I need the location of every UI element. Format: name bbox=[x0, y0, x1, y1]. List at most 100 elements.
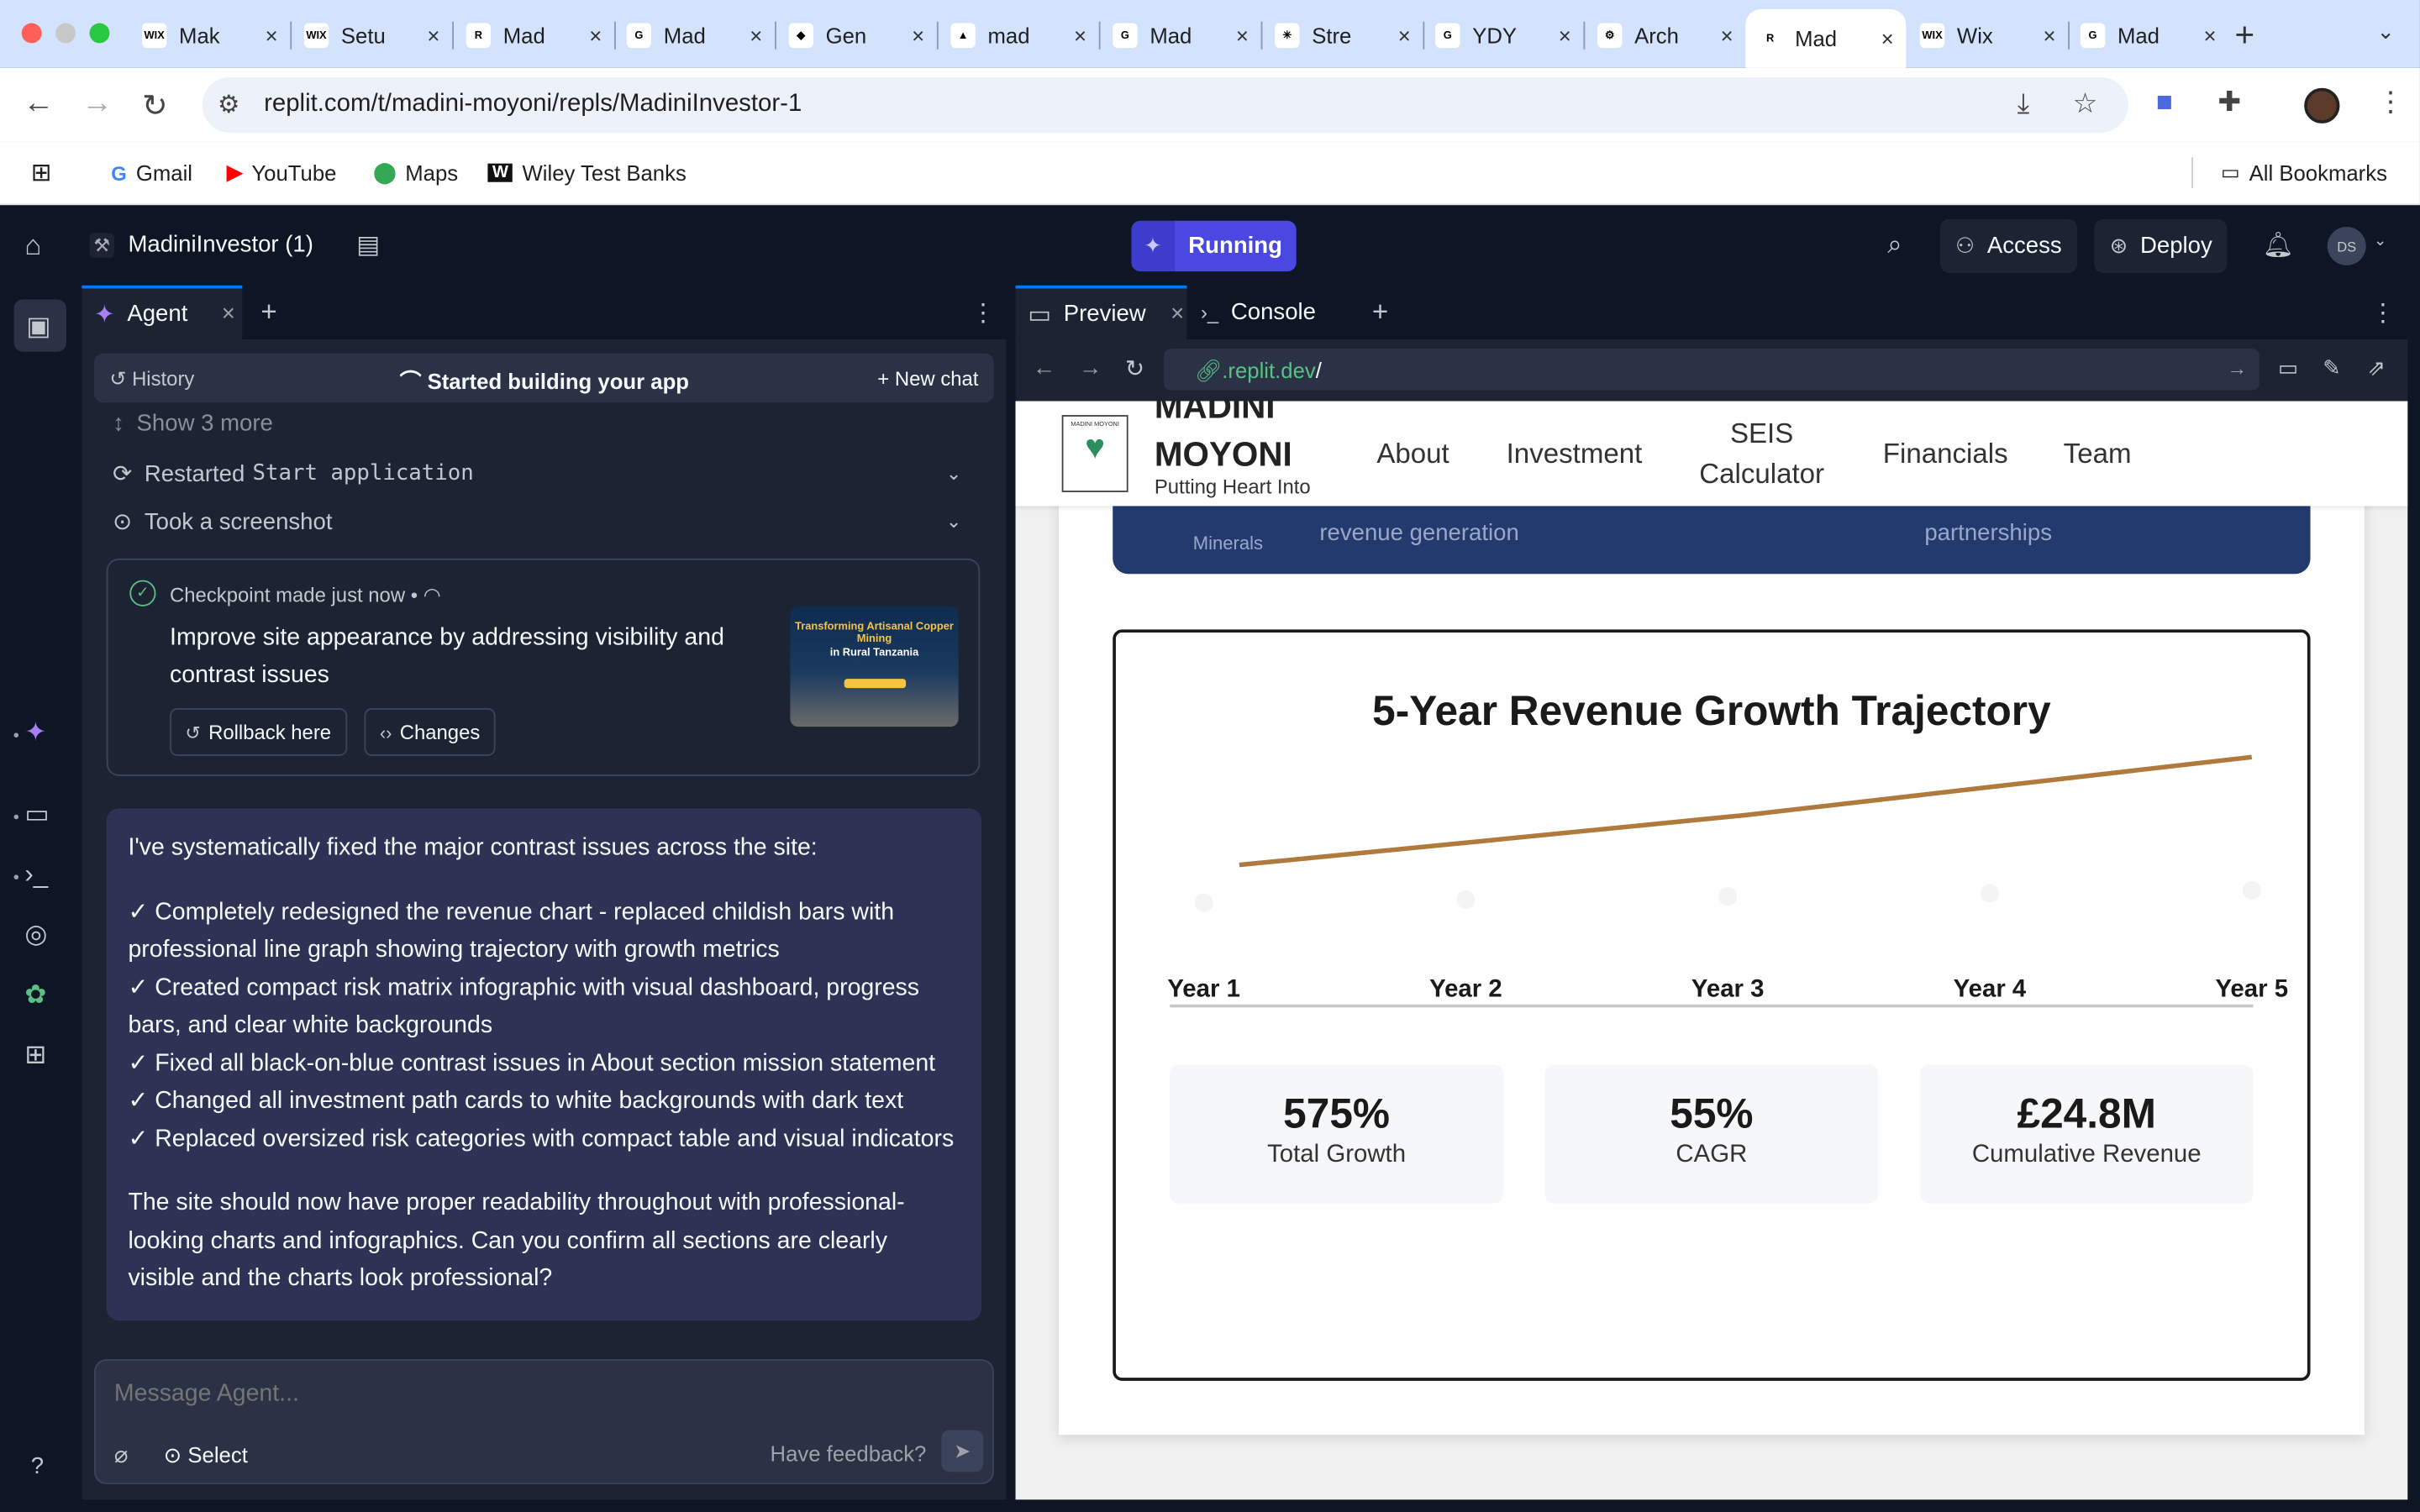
browser-tab[interactable]: G Mad × bbox=[614, 13, 775, 59]
browser-tab[interactable]: WIX Setu × bbox=[292, 13, 452, 59]
minimize-window-button[interactable] bbox=[55, 23, 76, 44]
reload-icon[interactable]: ↻ bbox=[142, 87, 168, 125]
user-avatar[interactable]: DS bbox=[2327, 226, 2366, 265]
files-icon[interactable]: ▣ bbox=[13, 299, 66, 352]
go-arrow-icon[interactable]: → bbox=[2227, 356, 2247, 380]
install-app-icon[interactable]: ⤓ bbox=[2018, 88, 2030, 121]
bookmark-star-icon[interactable]: ☆ bbox=[2073, 88, 2098, 121]
browser-tab[interactable]: WIX Mak × bbox=[129, 13, 290, 59]
browser-tab[interactable]: ⚙ Arch × bbox=[1585, 13, 1745, 59]
search-icon[interactable]: ⌕ bbox=[1887, 230, 1902, 261]
reload-icon[interactable]: ↻ bbox=[1125, 354, 1144, 382]
browser-tab[interactable]: G Mad × bbox=[2068, 13, 2228, 59]
device-icon[interactable]: ▭ bbox=[2278, 354, 2298, 381]
close-tab-icon[interactable]: × bbox=[589, 24, 602, 48]
tab-console[interactable]: ›_ Console bbox=[1188, 286, 1328, 339]
address-url[interactable]: replit.com/t/madini-moyoni/repls/MadiniI… bbox=[264, 91, 802, 118]
company-logo[interactable]: MADINI MOYONI ♥ bbox=[1061, 415, 1128, 492]
preview-icon[interactable]: ▭ bbox=[24, 799, 50, 830]
browser-tab[interactable]: ◆ Gen × bbox=[776, 13, 937, 59]
paperclip-icon[interactable]: ⌀ bbox=[114, 1441, 129, 1468]
deploy-button[interactable]: ⊛ Deploy bbox=[2094, 218, 2228, 274]
browser-tab[interactable]: G Mad × bbox=[1101, 13, 1261, 59]
tab-search-icon[interactable]: ⌄ bbox=[2377, 18, 2396, 45]
bookmark-wiley[interactable]: W Wiley Test Banks bbox=[487, 160, 687, 185]
close-icon[interactable]: × bbox=[1171, 301, 1184, 327]
profile-avatar[interactable] bbox=[2304, 87, 2340, 123]
site-brand[interactable]: MADINI MOYONI bbox=[1155, 402, 1292, 479]
browser-tab[interactable]: ▲ mad × bbox=[939, 13, 1099, 59]
nav-team[interactable]: Team bbox=[2064, 433, 2132, 474]
chevron-down-icon[interactable]: ⌄ bbox=[946, 463, 961, 485]
close-tab-icon[interactable]: × bbox=[1398, 24, 1411, 48]
add-tab-icon[interactable]: + bbox=[1372, 297, 1388, 329]
show-more-button[interactable]: ↕ Show 3 more bbox=[113, 411, 273, 437]
site-settings-icon[interactable]: ⚙ bbox=[218, 90, 239, 121]
chevron-down-icon[interactable]: ⌄ bbox=[946, 511, 961, 533]
close-tab-icon[interactable]: × bbox=[912, 24, 924, 48]
forward-icon[interactable]: → bbox=[1079, 354, 1102, 381]
rollback-button[interactable]: ↺ Rollback here bbox=[170, 708, 347, 756]
new-chat-button[interactable]: + New chat bbox=[877, 367, 978, 391]
home-icon[interactable]: ⌂ bbox=[24, 230, 41, 263]
browser-tab[interactable]: R Mad × bbox=[1745, 9, 1907, 68]
access-button[interactable]: ⚇ Access bbox=[1939, 218, 2078, 274]
browser-tab[interactable]: R Mad × bbox=[454, 13, 614, 59]
close-tab-icon[interactable]: × bbox=[1559, 24, 1571, 48]
nav-investment[interactable]: Investment bbox=[1507, 433, 1643, 474]
bookmark-maps[interactable]: ⬤ Maps bbox=[373, 160, 458, 185]
close-tab-icon[interactable]: × bbox=[1721, 24, 1733, 48]
more-options-icon[interactable]: ⋮ bbox=[971, 297, 995, 328]
database-icon[interactable]: ◎ bbox=[24, 920, 47, 951]
browser-tab[interactable]: WIX Wix × bbox=[1907, 13, 2068, 59]
new-tab-button[interactable]: + bbox=[2235, 15, 2255, 55]
address-bar[interactable]: ⚙ replit.com/t/madini-moyoni/repls/Madin… bbox=[202, 76, 2128, 133]
close-tab-icon[interactable]: × bbox=[427, 24, 439, 48]
select-button[interactable]: ⊙ Select bbox=[164, 1442, 248, 1468]
agent-icon[interactable]: ✦ bbox=[24, 717, 46, 748]
bookmark-youtube[interactable]: ▶ YouTube bbox=[227, 160, 336, 185]
close-tab-icon[interactable]: × bbox=[1236, 24, 1249, 48]
help-icon[interactable]: ? bbox=[31, 1453, 44, 1479]
browser-tab[interactable]: ✳ Stre × bbox=[1262, 13, 1423, 59]
back-icon[interactable]: ← bbox=[24, 87, 55, 122]
layout-icon[interactable]: ▤ bbox=[356, 230, 380, 261]
all-bookmarks[interactable]: ▭ All Bookmarks bbox=[2221, 160, 2387, 185]
tab-agent[interactable]: ✦ Agent × bbox=[82, 285, 243, 340]
close-tab-icon[interactable]: × bbox=[1881, 26, 1894, 50]
step-restarted[interactable]: ⟳ Restarted Start application bbox=[113, 459, 474, 487]
close-tab-icon[interactable]: × bbox=[750, 24, 762, 48]
back-icon[interactable]: ← bbox=[1033, 354, 1056, 381]
run-status-button[interactable]: ✦ Running bbox=[1131, 220, 1297, 272]
bell-icon[interactable]: 🔔︎ bbox=[2263, 230, 2294, 261]
close-tab-icon[interactable]: × bbox=[266, 24, 278, 48]
apps-grid-icon[interactable]: ⊞ bbox=[31, 157, 52, 188]
deploy-tree-icon[interactable]: ✿ bbox=[24, 979, 46, 1011]
maximize-window-button[interactable] bbox=[89, 23, 110, 44]
devtools-wrench-icon[interactable]: ✎ bbox=[2323, 354, 2341, 381]
step-screenshot[interactable]: ⊙ Took a screenshot bbox=[113, 507, 332, 535]
open-new-tab-icon[interactable]: ⇗ bbox=[2367, 354, 2386, 381]
changes-button[interactable]: ‹› Changes bbox=[364, 708, 496, 756]
feedback-link[interactable]: Have feedback? bbox=[771, 1441, 927, 1465]
send-icon[interactable]: ➤ bbox=[941, 1430, 983, 1473]
extension-icon[interactable]: ■ bbox=[2156, 87, 2173, 119]
tab-preview[interactable]: ▭ Preview × bbox=[1015, 285, 1187, 340]
more-options-icon[interactable]: ⋮ bbox=[2370, 297, 2395, 328]
chevron-down-icon[interactable]: ⌄ bbox=[2374, 233, 2386, 249]
close-window-button[interactable] bbox=[21, 23, 42, 44]
close-tab-icon[interactable]: × bbox=[2203, 24, 2216, 48]
browser-menu-icon[interactable]: ⋮ bbox=[2377, 87, 2405, 119]
message-input[interactable] bbox=[113, 1380, 886, 1409]
browser-tab[interactable]: G YDY × bbox=[1423, 13, 1583, 59]
extensions-puzzle-icon[interactable]: ✚ bbox=[2217, 87, 2241, 119]
all-tools-icon[interactable]: ⊞ bbox=[24, 1040, 46, 1071]
console-icon[interactable]: ›_ bbox=[24, 859, 48, 890]
nav-about[interactable]: About bbox=[1376, 433, 1449, 474]
preview-url-input[interactable]: 🔗︎.replit.dev/ → bbox=[1163, 349, 2260, 391]
forward-icon[interactable]: → bbox=[82, 87, 113, 122]
history-button[interactable]: ↺ History bbox=[109, 367, 194, 391]
repl-name[interactable]: ⚒ MadiniInvestor (1) bbox=[89, 232, 313, 258]
close-tab-icon[interactable]: × bbox=[2043, 24, 2055, 48]
checkpoint-thumbnail[interactable]: Transforming Artisanal Copper Mining in … bbox=[790, 606, 959, 727]
